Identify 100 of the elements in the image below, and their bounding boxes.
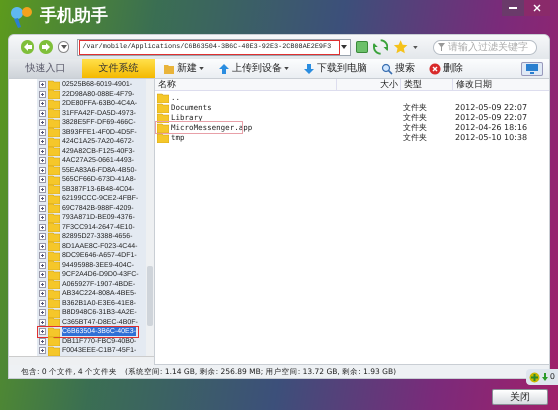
expand-icon <box>39 214 46 222</box>
folder-icon <box>157 103 169 113</box>
modified-date: 2012-05-09 22:07 <box>454 112 528 124</box>
right-arrow-icon <box>42 43 50 51</box>
file-type: 文件夹 <box>402 112 428 123</box>
folder-icon <box>48 298 60 308</box>
expand-icon <box>39 328 46 336</box>
folder-icon <box>48 250 60 261</box>
go-button[interactable] <box>356 41 368 53</box>
monitor-icon <box>526 64 538 74</box>
close-button[interactable]: 关闭 <box>492 389 548 405</box>
file-type: 文件夹 <box>402 132 428 144</box>
folder-icon <box>48 174 60 185</box>
back-button[interactable] <box>21 40 34 54</box>
expand-icon <box>39 252 46 260</box>
expand-icon <box>39 128 46 136</box>
folder-icon <box>163 62 175 74</box>
close-window-button[interactable] <box>524 0 550 16</box>
filter-icon <box>438 43 445 51</box>
modified-date: 2012-05-09 22:07 <box>454 102 528 114</box>
refresh-icon[interactable] <box>372 39 388 55</box>
folder-icon <box>48 232 60 242</box>
folder-icon <box>48 118 60 128</box>
folder-icon <box>48 212 60 223</box>
tray-badge: 0 <box>526 369 558 385</box>
filter-field[interactable]: 请输入过滤关键字 <box>432 40 537 54</box>
expand-icon <box>39 242 46 250</box>
caret-icon <box>413 46 418 48</box>
expand-icon <box>39 81 46 88</box>
expand-icon <box>39 309 46 316</box>
expand-icon <box>39 166 46 174</box>
caret-icon <box>284 67 289 70</box>
horizontal-scrollbar[interactable] <box>9 356 154 365</box>
expand-icon <box>39 271 46 278</box>
expand-icon <box>39 90 46 98</box>
toolbar-button[interactable]: 新建 <box>163 61 204 76</box>
expand-icon <box>39 100 46 108</box>
folder-icon <box>48 184 60 194</box>
column-header[interactable]: 大小 <box>336 79 400 90</box>
folder-icon <box>48 165 60 176</box>
folder-icon <box>48 203 60 214</box>
toolbar-button[interactable]: 删除 <box>429 61 463 76</box>
folder-icon <box>48 288 60 299</box>
folder-icon <box>48 108 60 118</box>
folder-icon <box>48 279 60 290</box>
minimize-icon <box>509 7 517 9</box>
file-type: 文件夹 <box>402 102 428 113</box>
expand-icon <box>39 233 46 240</box>
expand-icon <box>39 280 46 288</box>
folder-icon <box>48 260 60 270</box>
tray-app-icon <box>528 372 540 382</box>
expand-icon <box>39 186 46 193</box>
folder-icon <box>48 156 60 166</box>
expand-icon <box>39 157 46 164</box>
caret-icon <box>199 67 204 70</box>
folder-icon <box>157 123 169 133</box>
folder-icon <box>48 127 60 138</box>
tab[interactable]: 文件系统 <box>82 59 155 78</box>
folder-icon <box>48 326 60 337</box>
up-arrow-icon <box>218 62 230 74</box>
expand-icon <box>39 318 46 326</box>
toolbar-button[interactable]: 上传到设备 <box>218 61 289 76</box>
folder-icon <box>157 133 169 143</box>
expand-icon <box>39 148 46 155</box>
history-button[interactable] <box>58 41 70 53</box>
star-icon[interactable] <box>392 39 408 55</box>
minimize-button[interactable] <box>502 0 524 16</box>
toolbar-button[interactable]: 搜索 <box>381 61 415 76</box>
file-type: 文件夹 <box>402 122 428 133</box>
column-header[interactable]: 名称 <box>155 79 336 90</box>
column-header[interactable]: 类型 <box>400 79 452 90</box>
tab[interactable]: 快速入口 <box>9 59 82 78</box>
folder-icon <box>48 308 60 318</box>
expand-icon <box>39 224 46 231</box>
expand-icon <box>39 262 46 269</box>
folder-icon <box>48 270 60 280</box>
column-header[interactable]: 修改日期 <box>452 79 536 90</box>
scrollbar[interactable] <box>146 79 154 356</box>
expand-icon <box>39 110 46 117</box>
delete-icon <box>429 62 441 74</box>
folder-icon <box>48 146 60 156</box>
forward-button[interactable] <box>39 40 53 54</box>
expand-icon <box>39 347 46 354</box>
expand-icon <box>39 338 46 345</box>
search-icon <box>381 62 393 74</box>
caret-icon <box>341 45 348 49</box>
expand-icon <box>39 300 46 307</box>
expand-icon <box>39 138 46 146</box>
folder-icon <box>48 222 60 232</box>
monitor-button[interactable] <box>521 62 543 76</box>
expand-icon <box>39 290 46 298</box>
down-arrow-icon <box>303 62 315 74</box>
folder-icon <box>48 194 60 204</box>
modified-date: 2012-04-26 18:16 <box>454 122 528 134</box>
modified-date: 2012-05-10 10:38 <box>454 132 528 144</box>
expand-icon <box>39 204 46 212</box>
left-arrow-icon <box>24 43 32 51</box>
close-icon <box>533 4 541 12</box>
toolbar-button[interactable]: 下载到电脑 <box>303 61 367 76</box>
caret-icon <box>60 45 67 49</box>
